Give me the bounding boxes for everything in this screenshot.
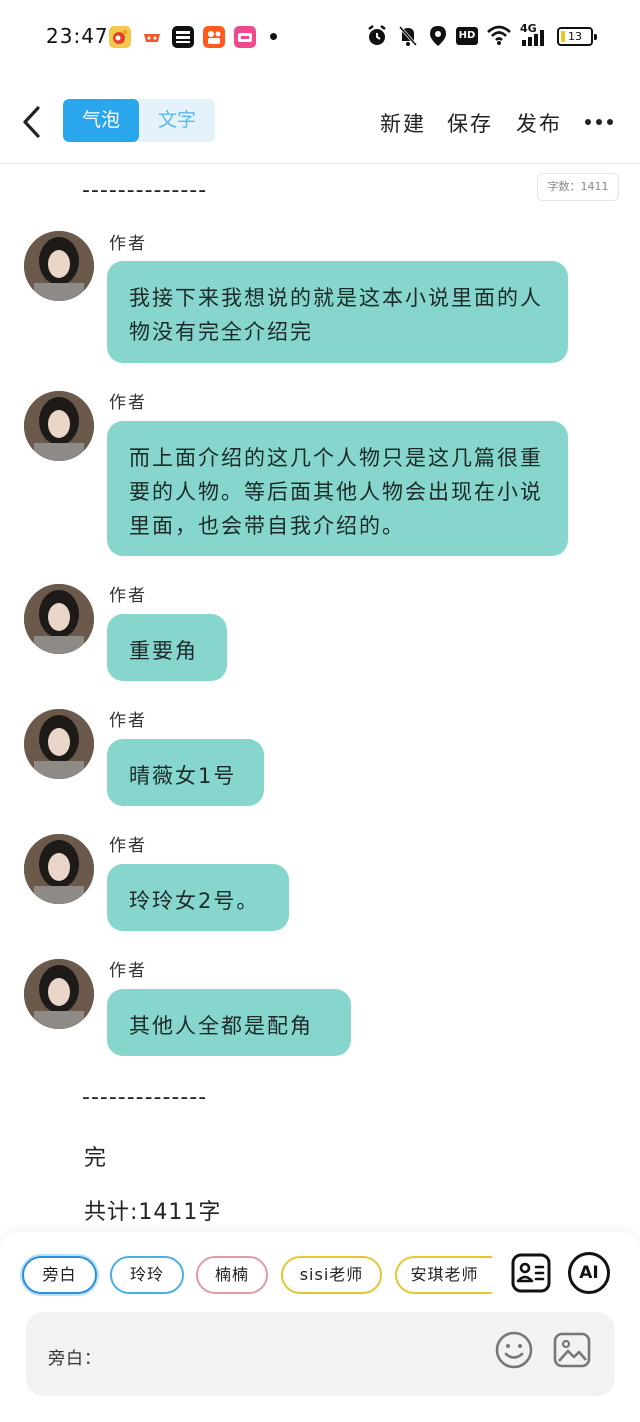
input-panel: 旁白 玲玲 楠楠 sisi老师 安琪老师 AI 旁白： [0,1232,640,1422]
author-avatar[interactable] [24,584,94,654]
new-button[interactable]: 新建 [380,108,426,138]
ai-label: AI [579,1263,599,1283]
save-button[interactable]: 保存 [447,108,493,138]
tab-text[interactable]: 文字 [139,99,215,142]
alarm-icon [368,25,386,45]
message-bubble[interactable]: 玲玲女2号。 [107,864,289,931]
author-name: 作者 [109,393,147,413]
message-bubble[interactable]: 重要角 [107,614,227,681]
status-bar: 23:47 HD 4G 13 [0,0,640,76]
top-divider: -------------- [82,178,208,203]
ai-icon[interactable]: AI [568,1252,610,1294]
hd-badge: HD [456,27,478,45]
contact-card-icon[interactable] [510,1252,552,1294]
music-app-icon [234,26,256,48]
message-input[interactable] [104,1336,484,1372]
message-bubble[interactable]: 而上面介绍的这几个人物只是这几篇很重要的人物。等后面其他人物会出现在小说里面，也… [107,421,568,556]
location-icon [430,26,446,46]
total-count-text: 共计:1411字 [84,1200,222,1225]
role-chip-nannan[interactable]: 楠楠 [196,1256,268,1294]
douyin-app-icon [172,26,194,48]
author-name: 作者 [109,961,147,981]
role-chip-narrator[interactable]: 旁白 [22,1256,97,1294]
game-icon [141,26,163,48]
author-name: 作者 [109,234,147,254]
role-chip-sisi-teacher[interactable]: sisi老师 [281,1256,382,1294]
more-horizontal-icon[interactable] [584,118,614,126]
author-avatar[interactable] [24,231,94,301]
view-mode-switch: 气泡 文字 [63,99,215,142]
word-count-badge: 字数：1411 [537,173,619,201]
tab-bubble[interactable]: 气泡 [63,99,139,142]
status-time: 23:47 [46,24,109,48]
author-name: 作者 [109,586,147,606]
message-bubble[interactable]: 晴薇女1号 [107,739,264,806]
message-input-box: 旁白： [26,1312,615,1396]
wifi-icon [487,25,511,45]
role-chip-anqi-teacher[interactable]: 安琪老师 [395,1256,492,1294]
notification-dot [270,33,277,40]
publish-button[interactable]: 发布 [516,108,562,138]
input-role-label: 旁白： [48,1349,102,1369]
author-avatar[interactable] [24,391,94,461]
author-avatar[interactable] [24,709,94,779]
message-bubble[interactable]: 其他人全都是配角 [107,989,351,1056]
mute-icon [398,26,418,46]
battery-icon: 13 [557,27,597,46]
top-navigation-bar: 气泡 文字 新建 保存 发布 [0,80,640,164]
role-chip-lingling[interactable]: 玲玲 [110,1256,184,1294]
author-avatar[interactable] [24,834,94,904]
end-text: 完 [84,1146,108,1171]
author-name: 作者 [109,711,147,731]
chevron-left-icon[interactable] [16,102,50,142]
image-icon[interactable] [552,1330,592,1370]
author-name: 作者 [109,836,147,856]
signal-icon [522,30,544,46]
bottom-divider: -------------- [82,1085,208,1110]
weibo-icon [109,26,131,48]
battery-level: 13 [568,30,582,43]
kuaishou-icon [203,26,225,48]
message-bubble[interactable]: 我接下来我想说的就是这本小说里面的人物没有完全介绍完 [107,261,568,363]
emoji-icon[interactable] [494,1330,534,1370]
author-avatar[interactable] [24,959,94,1029]
